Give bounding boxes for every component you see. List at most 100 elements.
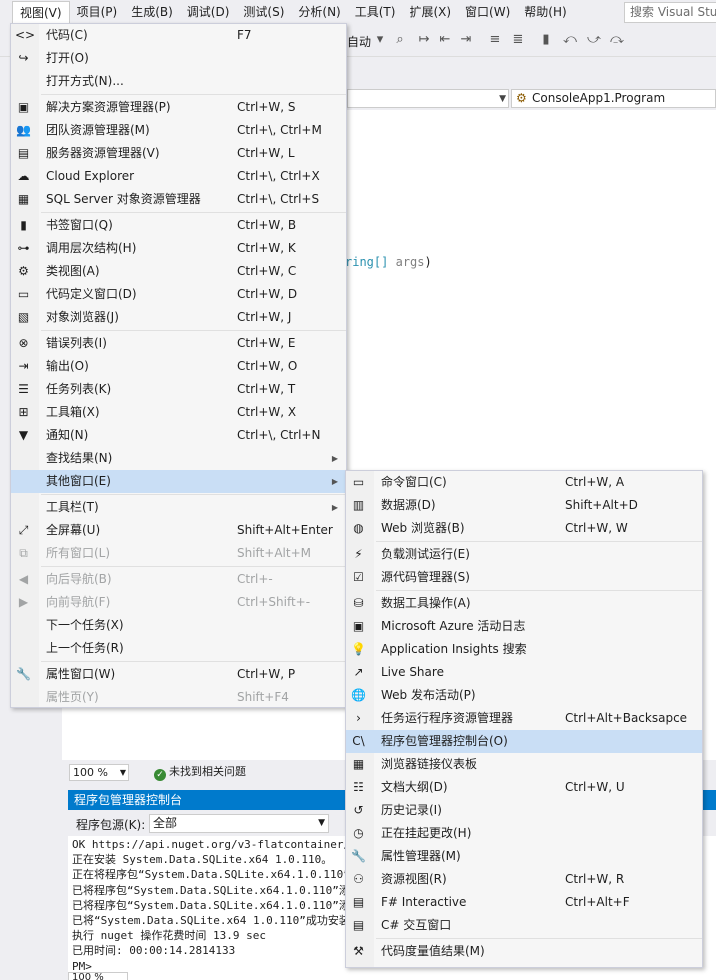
- menu-item[interactable]: 🔧 属性管理器(M): [346, 845, 702, 868]
- menu-item[interactable]: ⊗ 错误列表(I) Ctrl+W, E: [11, 332, 346, 355]
- find-icon[interactable]: ⌕: [392, 32, 408, 48]
- menu-item-label: 打开(O): [46, 51, 89, 65]
- class-dropdown[interactable]: ⚙ ConsoleApp1.Program: [511, 89, 716, 108]
- menubar-item-4[interactable]: 测试(S): [236, 1, 291, 23]
- menu-item[interactable]: ⚡ 负载测试运行(E): [346, 543, 702, 566]
- menu-item[interactable]: ⧉ 所有窗口(L) Shift+Alt+M: [11, 542, 346, 565]
- menu-item-label: 资源视图(R): [381, 872, 447, 886]
- menu-item-label: 属性页(Y): [46, 690, 99, 704]
- menu-item[interactable]: ◷ 正在挂起更改(H): [346, 822, 702, 845]
- menu-item[interactable]: ▣ Microsoft Azure 活动日志: [346, 615, 702, 638]
- menu-item[interactable]: ⤢ 全屏幕(U) Shift+Alt+Enter: [11, 519, 346, 542]
- menu-item[interactable]: ◀ 向后导航(B) Ctrl+-: [11, 568, 346, 591]
- menu-item-label: 数据工具操作(A): [381, 596, 471, 610]
- menu-item[interactable]: ▮ 书签窗口(Q) Ctrl+W, B: [11, 214, 346, 237]
- menu-item[interactable]: 打开方式(N)...: [11, 70, 346, 93]
- menubar-item-8[interactable]: 窗口(W): [458, 1, 517, 23]
- menu-item-shortcut: Shift+Alt+D: [565, 498, 638, 512]
- menu-item[interactable]: ↺ 历史记录(I): [346, 799, 702, 822]
- next-bookmark-icon[interactable]: ⤻: [586, 32, 602, 48]
- menu-item-icon: ›: [356, 711, 361, 725]
- menu-item[interactable]: <> 代码(C) F7: [11, 24, 346, 47]
- menu-item[interactable]: ☷ 文档大纲(D) Ctrl+W, U: [346, 776, 702, 799]
- menu-item-shortcut: Ctrl+W, A: [565, 475, 625, 489]
- menu-item[interactable]: ☁ Cloud Explorer Ctrl+\, Ctrl+X: [11, 165, 346, 188]
- step-icon[interactable]: ↦: [416, 32, 432, 48]
- menu-item[interactable]: 查找结果(N) ▶: [11, 447, 346, 470]
- menu-item-icon: [15, 450, 32, 467]
- comment-icon[interactable]: ≡: [487, 32, 503, 48]
- menu-item[interactable]: 工具栏(T) ▶: [11, 496, 346, 519]
- menu-item[interactable]: ▦ SQL Server 对象资源管理器 Ctrl+\, Ctrl+S: [11, 188, 346, 211]
- menu-item[interactable]: ▧ 对象浏览器(J) Ctrl+W, J: [11, 306, 346, 329]
- menu-item[interactable]: ▭ 代码定义窗口(D) Ctrl+W, D: [11, 283, 346, 306]
- menu-item[interactable]: ⚙ 类视图(A) Ctrl+W, C: [11, 260, 346, 283]
- indent-icon[interactable]: ⇤: [437, 32, 453, 48]
- menu-item-icon: ⚇: [353, 872, 364, 886]
- menu-item-label: 历史记录(I): [381, 803, 442, 817]
- menu-item[interactable]: ☑ 源代码管理器(S): [346, 566, 702, 589]
- menu-item-icon: 🔧: [16, 667, 31, 681]
- menu-item-shortcut: Ctrl+W, W: [565, 521, 628, 535]
- menu-item-icon: 🌐: [351, 688, 366, 702]
- menu-item[interactable]: 💡 Application Insights 搜索: [346, 638, 702, 661]
- prev-bookmark-icon[interactable]: ⤺: [562, 32, 578, 48]
- menu-item[interactable]: ⛁ 数据工具操作(A): [346, 592, 702, 615]
- menu-item[interactable]: 属性页(Y) Shift+F4: [11, 686, 346, 709]
- menubar-item-2[interactable]: 生成(B): [124, 1, 180, 23]
- menu-item-shortcut: Ctrl+W, U: [565, 780, 625, 794]
- menu-item[interactable]: ⊞ 工具箱(X) Ctrl+W, X: [11, 401, 346, 424]
- search-input[interactable]: 搜索 Visual Stu: [624, 2, 716, 23]
- menu-item[interactable]: ☰ 任务列表(K) Ctrl+W, T: [11, 378, 346, 401]
- menu-item[interactable]: ▶ 向前导航(F) Ctrl+Shift+-: [11, 591, 346, 614]
- console-zoom-dropdown[interactable]: 100 %: [68, 972, 128, 980]
- menu-item[interactable]: ⊶ 调用层次结构(H) Ctrl+W, K: [11, 237, 346, 260]
- menubar-item-1[interactable]: 项目(P): [70, 1, 125, 23]
- uncomment-icon[interactable]: ≣: [510, 32, 526, 48]
- outdent-icon[interactable]: ⇥: [458, 32, 474, 48]
- menu-item[interactable]: ▥ 数据源(D) Shift+Alt+D: [346, 494, 702, 517]
- menubar-item-9[interactable]: 帮助(H): [517, 1, 573, 23]
- project-dropdown[interactable]: ▼: [347, 89, 509, 108]
- menu-item[interactable]: ▣ 解决方案资源管理器(P) Ctrl+W, S: [11, 96, 346, 119]
- menubar-item-5[interactable]: 分析(N): [291, 1, 347, 23]
- menu-item[interactable]: ⇥ 输出(O) Ctrl+W, O: [11, 355, 346, 378]
- config-dropdown[interactable]: 自动: [347, 33, 371, 50]
- menu-item[interactable]: 🌐 Web 发布活动(P): [346, 684, 702, 707]
- menu-item[interactable]: 👥 团队资源管理器(M) Ctrl+\, Ctrl+M: [11, 119, 346, 142]
- menu-item[interactable]: ▦ 浏览器链接仪表板: [346, 753, 702, 776]
- issues-indicator[interactable]: ✓ 未找到相关问题: [154, 764, 246, 781]
- submenu-arrow-icon: ▶: [331, 454, 338, 463]
- menubar-item-7[interactable]: 扩展(X): [402, 1, 458, 23]
- view-menu: <> 代码(C) F7 ↪ 打开(O) 打开方式(N)... ▣ 解决方案资源管理器(P) Ct…: [10, 23, 347, 708]
- menu-item[interactable]: 下一个任务(X): [11, 614, 346, 637]
- bookmark-icon[interactable]: ▮: [538, 32, 554, 48]
- menu-item-label: 代码度量值结果(M): [381, 944, 485, 958]
- clear-bookmark-icon[interactable]: ⤼: [609, 32, 625, 48]
- menu-item[interactable]: ▤ 服务器资源管理器(V) Ctrl+W, L: [11, 142, 346, 165]
- menu-item[interactable]: ▼ 通知(N) Ctrl+\, Ctrl+N: [11, 424, 346, 447]
- menubar-item-3[interactable]: 调试(D): [180, 1, 237, 23]
- menu-item[interactable]: ◍ Web 浏览器(B) Ctrl+W, W: [346, 517, 702, 540]
- menubar-item-0[interactable]: 视图(V): [12, 1, 70, 23]
- menu-item-shortcut: Ctrl+W, X: [237, 405, 297, 419]
- menu-item[interactable]: C\ 程序包管理器控制台(O): [346, 730, 702, 753]
- menu-item[interactable]: ↪ 打开(O): [11, 47, 346, 70]
- menu-item[interactable]: 其他窗口(E) ▶: [11, 470, 346, 493]
- zoom-dropdown[interactable]: 100 % ▼: [69, 764, 129, 781]
- menu-item[interactable]: ↗ Live Share: [346, 661, 702, 684]
- menu-item-icon: ☁: [17, 169, 30, 183]
- menu-item-shortcut: Shift+Alt+M: [237, 546, 311, 560]
- menu-item[interactable]: ▤ F# Interactive Ctrl+Alt+F: [346, 891, 702, 914]
- menu-item-icon: ▭: [17, 287, 30, 301]
- menu-item[interactable]: ▭ 命令窗口(C) Ctrl+W, A: [346, 471, 702, 494]
- menu-item[interactable]: 🔧 属性窗口(W) Ctrl+W, P: [11, 663, 346, 686]
- menu-item[interactable]: ⚇ 资源视图(R) Ctrl+W, R: [346, 868, 702, 891]
- menu-item[interactable]: › 任务运行程序资源管理器 Ctrl+Alt+Backsapce: [346, 707, 702, 730]
- menu-item[interactable]: ⚒ 代码度量值结果(M): [346, 940, 702, 963]
- menubar-item-6[interactable]: 工具(T): [348, 1, 403, 23]
- menu-item[interactable]: ▤ C# 交互窗口: [346, 914, 702, 937]
- dropdown-arrow-icon[interactable]: ▾: [372, 32, 388, 48]
- package-source-dropdown[interactable]: 全部 ▼: [149, 814, 329, 833]
- menu-item[interactable]: 上一个任务(R): [11, 637, 346, 660]
